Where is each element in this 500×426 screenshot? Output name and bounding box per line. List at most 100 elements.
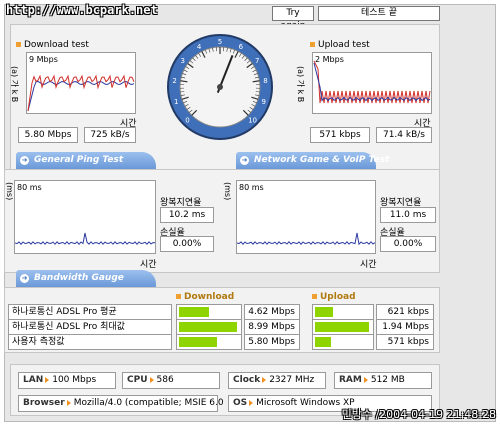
upload-chart: 2 Mbps [312,52,432,114]
upload-kbs-field: 71.4 kB/s [376,127,432,143]
upload-avg-line [313,62,431,102]
triangle-icon [363,376,368,383]
cpu-info: CPU 586 [122,372,220,389]
download-gauge [176,334,242,350]
meter-tick-label: 8 [263,77,267,85]
voip-axis-label: (ms) [223,182,232,201]
download-gauge-fill [179,322,238,332]
bandwidth-row-label: 사용자 측정값 [8,334,172,350]
upload-title: Upload test [310,40,370,50]
arrow-right-icon: ➜ [20,274,29,283]
meter-hub [217,84,223,90]
triangle-icon [45,376,50,383]
speed-meter: 0 1 2 3 4 5 6 7 8 9 10 [167,34,273,140]
meter-tick-label: 3 [181,57,185,65]
upload-gauge-value: 1.94 Mbps [376,319,434,335]
download-avg-line [27,80,135,112]
upload-gauge-header: Upload [312,292,356,302]
os-value: Microsoft Windows XP [256,398,355,408]
ping-time-label: 시간 [140,260,157,270]
download-gauge-header: Download [176,292,234,302]
upload-scale: 2 Mbps [315,55,344,64]
bandwidth-row-label: 하나로통신 ADSL Pro 최대값 [8,319,172,335]
meter-tick-label: 1 [174,98,178,106]
triangle-icon [249,399,254,406]
clock-label: Clock [233,375,261,385]
try-again-button[interactable]: Try again [272,6,314,31]
ram-info: RAM 512 MB [334,372,432,389]
tab-network-game-voip[interactable]: ➜ Network Game & VoIP Test [236,152,389,169]
upload-gauge [312,319,374,335]
voip-scale: 80 ms [239,183,264,192]
download-title: Download test [16,40,89,50]
upload-gauge-value: 621 kbps [376,304,434,320]
ping-latency-line [15,232,155,245]
ping-scale: 80 ms [17,183,42,192]
test-status-text: 테스트 끝 [361,8,397,18]
download-axis-label: (a) 가 k B [10,66,19,103]
triangle-icon [149,376,154,383]
meter-tick-label: 0 [185,117,189,125]
clock-value: 2327 MHz [269,375,315,385]
meter-tick-label: 10 [248,117,257,125]
cpu-value: 586 [156,375,174,385]
upload-gauge-fill [315,307,333,317]
lan-value: 100 Mbps [52,375,97,385]
ping-chart: 80 ms [14,180,156,254]
upload-gauge [312,304,374,320]
voip-loss-field: 0.00% [380,236,436,252]
upload-kbps-field: 571 kbps [310,127,370,143]
download-gauge [176,304,242,320]
site-url: http://www.bcpark.net [6,3,158,17]
meter-tick-label: 7 [255,57,259,65]
orange-bullet-icon [310,42,315,47]
tab-general-ping[interactable]: ➜ General Ping Test [16,152,156,169]
voip-time-label: 시간 [360,260,377,270]
upload-gauge [312,334,374,350]
cpu-label: CPU [127,375,148,385]
timestamp-watermark: 민방수 /2004-04-19 21:48:28 [341,408,496,421]
ram-value: 512 MB [370,375,405,385]
meter-tick-label: 4 [197,43,202,51]
download-gauge-value: 5.80 Mbps [244,334,300,350]
upload-gauge-fill [315,337,331,347]
download-speed-line [27,74,135,112]
os-label: OS [233,398,248,408]
download-gauge-value: 8.99 Mbps [244,319,300,335]
orange-bullet-icon [176,294,181,299]
voip-latency-field: 11.0 ms [380,207,436,223]
ram-label: RAM [339,375,362,385]
meter-tick-label: 2 [172,77,176,85]
upload-speed-line [313,60,431,104]
voip-latency-line [237,232,375,246]
download-scale: 9 Mbps [29,55,58,64]
browser-label: Browser [23,398,65,408]
clock-info: Clock 2327 MHz [228,372,326,389]
browser-info: Browser Mozilla/4.0 (compatible; MSIE 6.0 [18,395,224,412]
download-kbs-field: 725 kB/s [84,127,136,143]
download-gauge-value: 4.62 Mbps [244,304,300,320]
lan-label: LAN [23,375,44,385]
ping-axis-label: (ms) [5,182,14,201]
download-gauge [176,319,242,335]
arrow-right-icon: ➜ [240,156,249,165]
test-status-field: 테스트 끝 [318,6,440,21]
download-mbps-field: 5.80 Mbps [18,127,78,143]
tab-bandwidth-gauge[interactable]: ➜ Bandwidth Gauge [16,270,156,287]
lan-info: LAN 100 Mbps [18,372,116,389]
meter-tick-label: 6 [239,43,244,51]
voip-chart: 80 ms [236,180,376,254]
arrow-right-icon: ➜ [20,156,29,165]
orange-bullet-icon [312,294,317,299]
download-gauge-fill [179,307,209,317]
download-gauge-fill [179,337,217,347]
upload-axis-label: (a) 가 k B [296,66,305,103]
meter-tick-label: 5 [218,38,222,46]
download-chart: 9 Mbps [26,52,136,114]
triangle-icon [66,399,71,406]
ping-loss-field: 0.00% [160,236,214,252]
ping-latency-field: 10.2 ms [160,207,214,223]
orange-bullet-icon [16,42,21,47]
meter-tick-label: 9 [262,98,266,106]
bandwidth-row-label: 하나로통신 ADSL Pro 평균 [8,304,172,320]
